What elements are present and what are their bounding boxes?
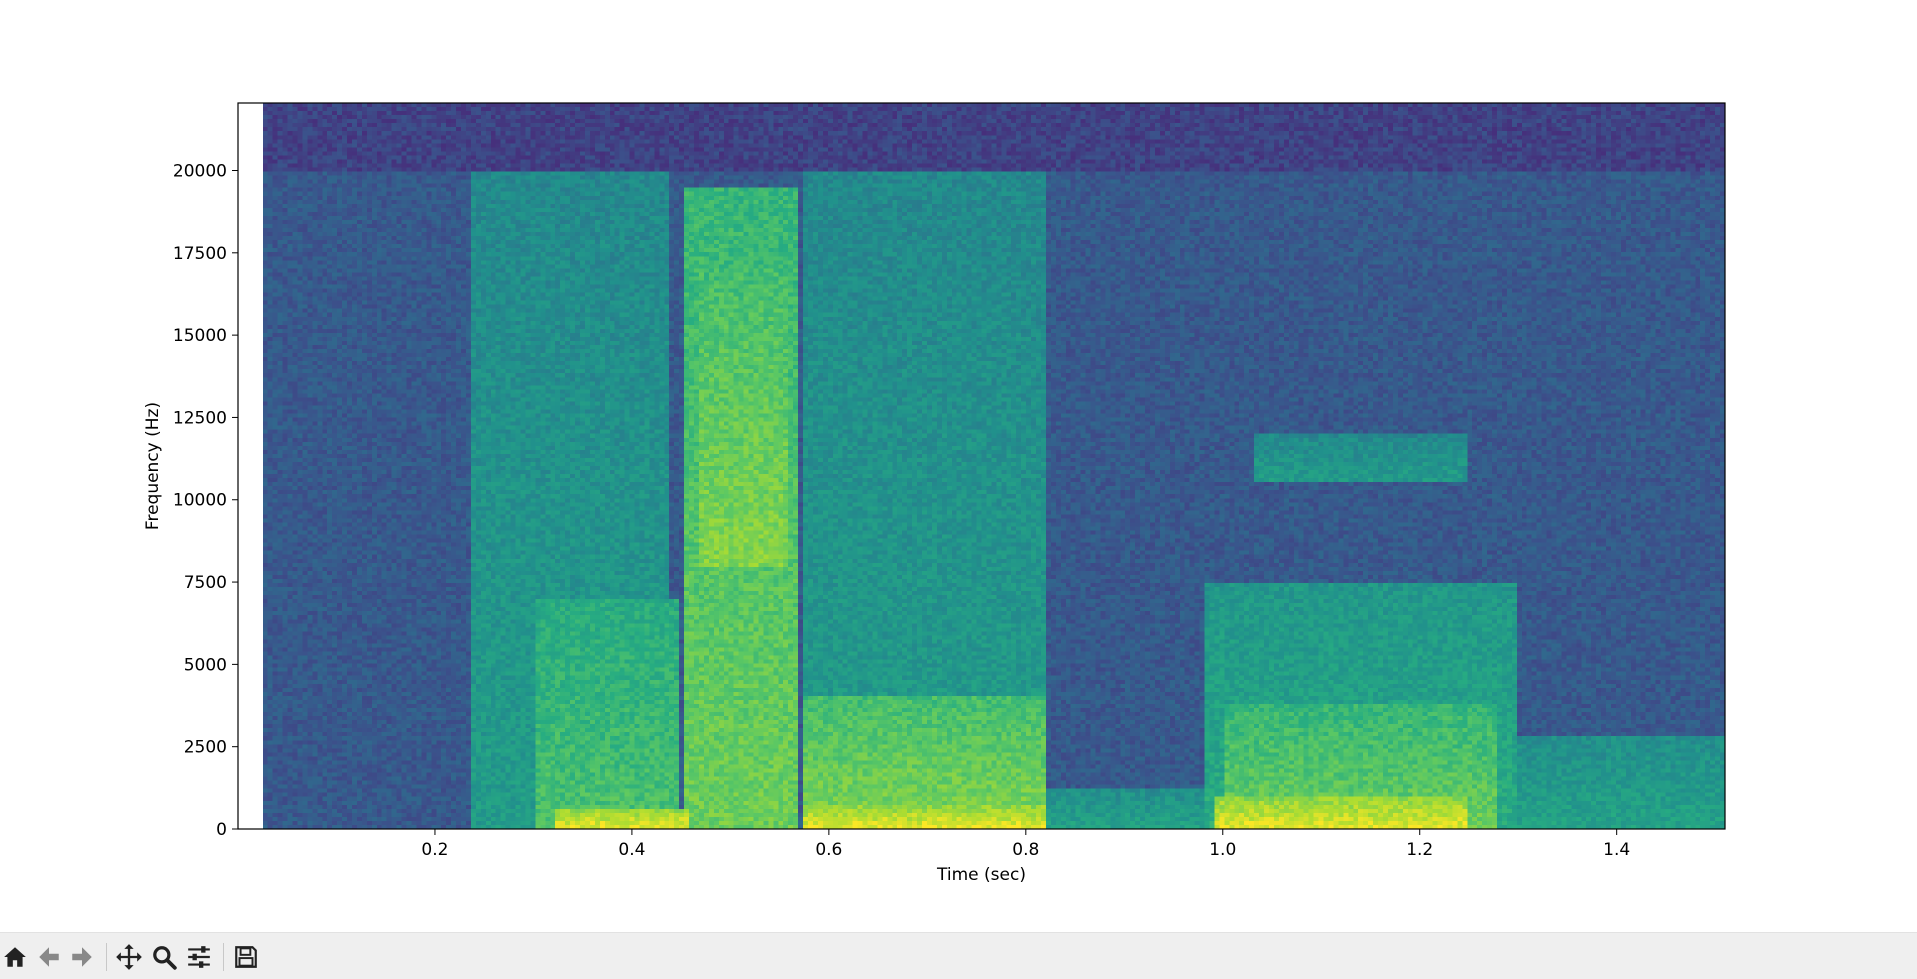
y-tick-label: 5000: [184, 655, 227, 675]
spectrogram-chart: 0.2 0.4 0.6 0.8 1.0 1.2 1.4 0 2500 5000 7500 10000 1…: [143, 102, 1726, 885]
arrow-left-icon: [39, 947, 59, 967]
y-tick-label: 7500: [184, 573, 227, 593]
move-icon: [116, 944, 142, 970]
x-tick-label: 0.2: [421, 840, 448, 860]
home-button[interactable]: [0, 942, 30, 972]
zoom-button[interactable]: [149, 942, 179, 972]
toolbar-separator: [106, 943, 107, 971]
x-tick-label: 1.0: [1209, 840, 1236, 860]
spectrogram-image: [238, 103, 1725, 829]
floppy-disk-icon: [235, 946, 257, 968]
y-tick-label: 10000: [173, 491, 227, 511]
y-tick-label: 0: [216, 820, 227, 840]
home-icon: [4, 947, 26, 967]
save-button[interactable]: [231, 942, 261, 972]
back-button[interactable]: [34, 942, 64, 972]
y-tick-label: 15000: [173, 326, 227, 346]
x-tick-label: 0.6: [815, 840, 842, 860]
x-tick-label: 1.4: [1603, 840, 1630, 860]
y-tick-label: 17500: [173, 244, 227, 264]
x-axis-label: Time (sec): [936, 865, 1026, 885]
figure: 0.2 0.4 0.6 0.8 1.0 1.2 1.4 0 2500 5000 7500 10000 1…: [0, 0, 1917, 932]
y-tick-label: 2500: [184, 738, 227, 758]
pan-button[interactable]: [114, 942, 144, 972]
x-tick-label: 0.4: [618, 840, 645, 860]
x-tick-label: 1.2: [1406, 840, 1433, 860]
x-tick-label: 0.8: [1012, 840, 1039, 860]
configure-subplots-button[interactable]: [184, 942, 214, 972]
sliders-icon: [188, 946, 210, 968]
y-axis-label: Frequency (Hz): [143, 402, 163, 530]
arrow-right-icon: [72, 947, 92, 967]
navigation-toolbar: [0, 932, 1917, 979]
y-tick-label: 12500: [173, 408, 227, 428]
y-tick-label: 20000: [173, 161, 227, 181]
toolbar-separator: [223, 943, 224, 971]
forward-button[interactable]: [67, 942, 97, 972]
magnifier-icon: [153, 946, 177, 970]
